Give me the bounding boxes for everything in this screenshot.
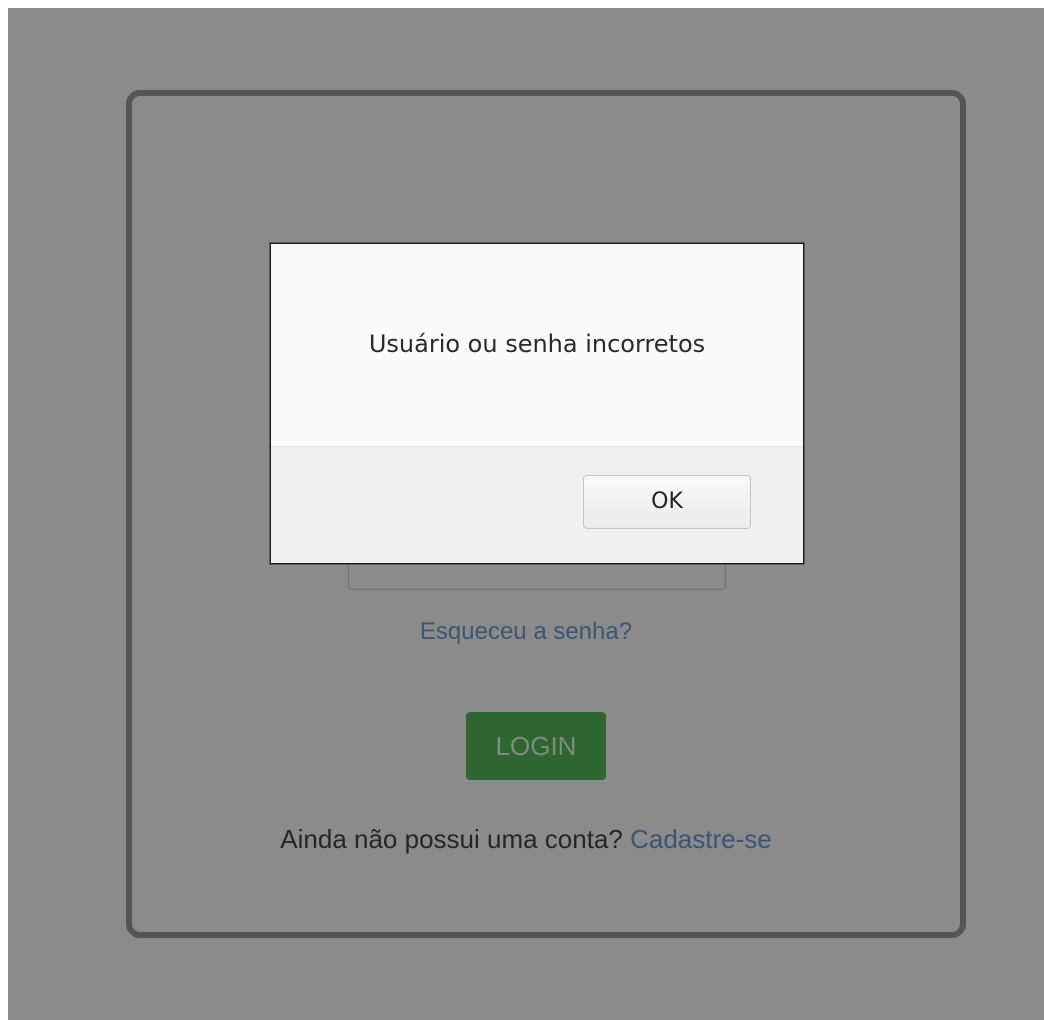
- alert-dialog: Usuário ou senha incorretos OK: [270, 243, 804, 564]
- alert-message: Usuário ou senha incorretos: [368, 330, 706, 358]
- forgot-password-link[interactable]: Esqueceu a senha?: [8, 618, 1044, 646]
- alert-body: Usuário ou senha incorretos: [271, 244, 803, 446]
- signup-prompt: Ainda não possui uma conta? Cadastre-se: [8, 824, 1044, 855]
- login-button[interactable]: LOGIN: [466, 712, 606, 780]
- alert-footer: OK: [271, 446, 803, 563]
- ok-button[interactable]: OK: [583, 475, 751, 529]
- signup-prompt-text: Ainda não possui uma conta?: [280, 824, 623, 854]
- signup-link[interactable]: Cadastre-se: [630, 824, 772, 854]
